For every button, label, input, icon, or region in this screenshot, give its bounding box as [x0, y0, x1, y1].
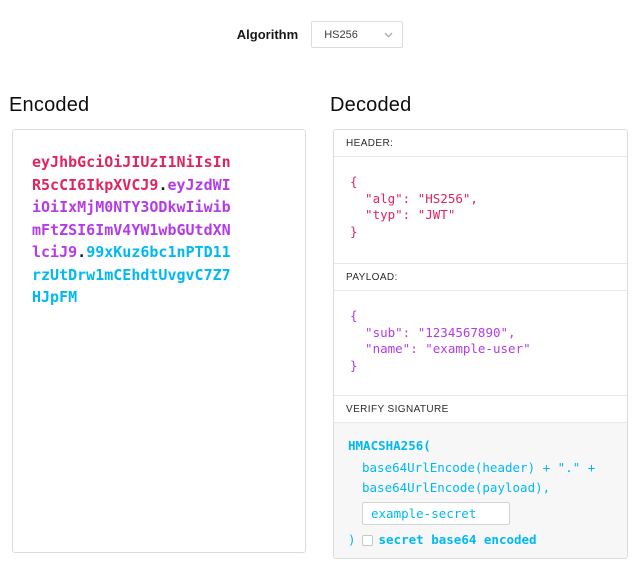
- encoded-column: Encoded eyJhbGciOiJIUzI1NiIsInR5cCI6IkpX…: [12, 48, 306, 559]
- algorithm-bar: Algorithm HS256: [0, 0, 640, 48]
- signature-close-row: ) secret base64 encoded: [348, 530, 613, 550]
- payload-json-editor[interactable]: { "sub": "1234567890", "name": "example-…: [334, 291, 627, 395]
- decoded-panel: HEADER: { "alg": "HS256", "typ": "JWT" }…: [333, 129, 628, 559]
- payload-section-label: PAYLOAD:: [334, 263, 627, 291]
- encoded-token-editor[interactable]: eyJhbGciOiJIUzI1NiIsInR5cCI6IkpXVCJ9.eyJ…: [12, 129, 306, 553]
- decoded-heading: Decoded: [330, 94, 628, 117]
- signature-encode-payload-line: base64UrlEncode(payload),: [362, 478, 613, 498]
- signature-function-line: HMACSHA256(: [348, 436, 613, 456]
- decoded-column: Decoded HEADER: { "alg": "HS256", "typ":…: [333, 48, 628, 559]
- header-section-label: HEADER:: [334, 130, 627, 157]
- algorithm-label: Algorithm: [237, 27, 298, 42]
- secret-input[interactable]: [362, 502, 510, 525]
- signature-encode-header-line: base64UrlEncode(header) + "." +: [362, 458, 613, 478]
- encoded-heading: Encoded: [9, 94, 306, 117]
- chevron-down-icon: [384, 32, 393, 38]
- secret-base64-checkbox[interactable]: [362, 535, 373, 546]
- verify-signature-body: HMACSHA256( base64UrlEncode(header) + ".…: [334, 423, 627, 559]
- token-separator: .: [77, 243, 86, 261]
- signature-close-paren: ): [348, 530, 356, 550]
- header-json-editor[interactable]: { "alg": "HS256", "typ": "JWT" }: [334, 157, 627, 263]
- debugger-columns: Encoded eyJhbGciOiJIUzI1NiIsInR5cCI6IkpX…: [12, 48, 628, 559]
- verify-signature-section-label: VERIFY SIGNATURE: [334, 395, 627, 423]
- secret-base64-label[interactable]: secret base64 encoded: [379, 530, 537, 550]
- algorithm-select[interactable]: HS256: [311, 21, 403, 48]
- jwt-token[interactable]: eyJhbGciOiJIUzI1NiIsInR5cCI6IkpXVCJ9.eyJ…: [32, 151, 231, 309]
- algorithm-selected-value: HS256: [324, 29, 358, 41]
